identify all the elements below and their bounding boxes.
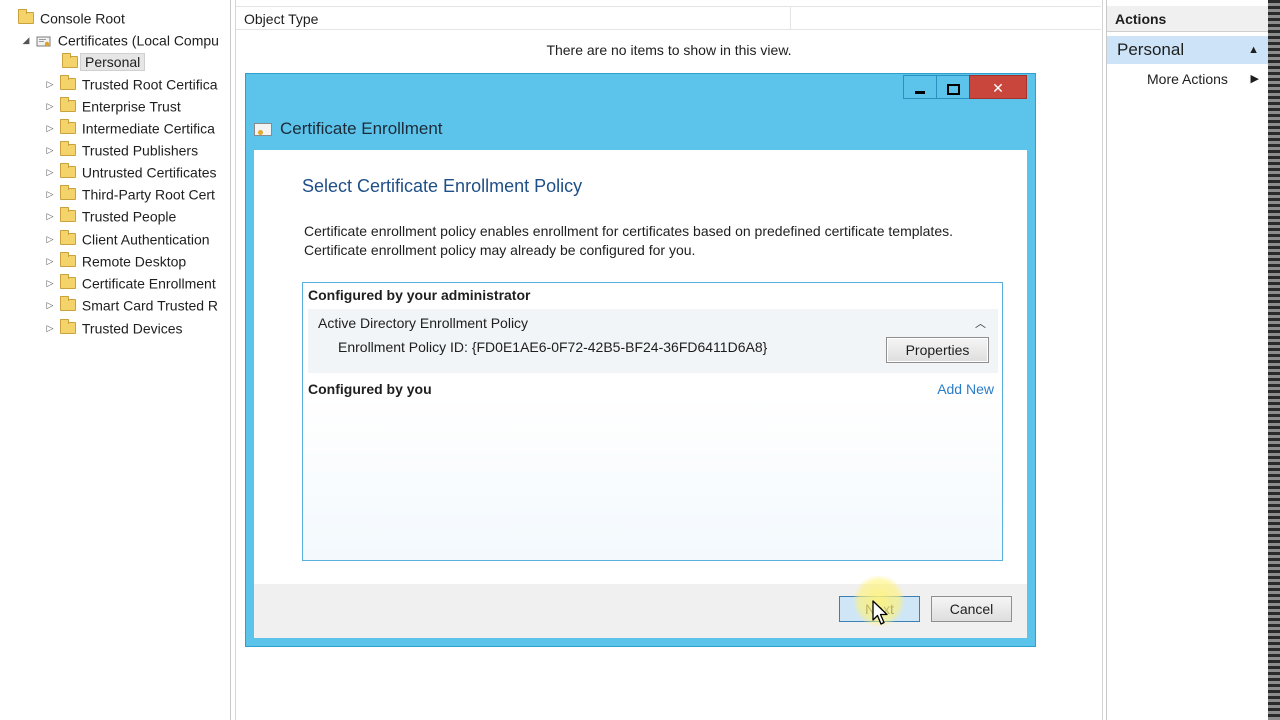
expand-arrow-icon[interactable]: ▷	[44, 317, 56, 339]
folder-icon	[18, 9, 34, 25]
policy-list: Configured by your administrator Active …	[302, 282, 1003, 561]
tree-item-untrusted[interactable]: ▷ Untrusted Certificates	[44, 160, 217, 182]
certificate-enrollment-dialog: ✕ Certificate Enrollment Select Certific…	[245, 73, 1036, 647]
dialog-titlebar: Certificate Enrollment	[254, 118, 443, 140]
tree-item-third-party-root[interactable]: ▷ Third-Party Root Cert	[44, 182, 215, 204]
collapse-up-icon[interactable]: ︿	[975, 315, 986, 331]
tree-item-label: Trusted Devices	[81, 320, 183, 337]
tree-item-certificates[interactable]: ◢ Certificates (Local Compu	[20, 28, 219, 50]
dialog-footer: Next Cancel	[254, 584, 1027, 638]
tree-item-trusted-people[interactable]: ▷ Trusted People	[44, 204, 176, 226]
minimize-button[interactable]	[903, 75, 937, 99]
tree-item-smart-card[interactable]: ▷ Smart Card Trusted R	[44, 293, 218, 315]
folder-icon	[59, 97, 76, 113]
tree-item-label: Third-Party Root Cert	[81, 186, 215, 203]
folder-icon	[59, 207, 76, 223]
tree-item-trusted-root[interactable]: ▷ Trusted Root Certifica	[44, 72, 218, 94]
folder-icon	[59, 119, 76, 135]
tree-item-label: Console Root	[40, 10, 125, 27]
expand-arrow-icon[interactable]: ▷	[44, 161, 56, 183]
dialog-body: Select Certificate Enrollment Policy Cer…	[254, 150, 1027, 638]
window-edge-strip	[1268, 0, 1280, 720]
tree-item-label: Trusted Root Certifica	[81, 76, 218, 93]
tree-item-label: Enterprise Trust	[81, 98, 181, 115]
submenu-arrow-icon: ▶	[1250, 73, 1259, 85]
column-header-empty	[791, 6, 1101, 30]
expand-arrow-icon[interactable]: ▷	[44, 228, 56, 250]
admin-policies-header: Configured by your administrator	[308, 287, 531, 303]
mouse-pointer-icon	[872, 600, 890, 629]
description-line: Certificate enrollment policy enables en…	[304, 223, 953, 239]
tree-item-label: Personal	[80, 53, 146, 72]
tree-item-label: Untrusted Certificates	[81, 164, 217, 181]
expanded-arrow-icon[interactable]: ◢	[20, 29, 32, 51]
maximize-button[interactable]	[936, 75, 970, 99]
empty-view-message: There are no items to show in this view.	[546, 42, 792, 58]
page-heading: Select Certificate Enrollment Policy	[302, 176, 583, 196]
maximize-icon	[946, 83, 960, 95]
expand-arrow-icon[interactable]: ▷	[44, 117, 56, 139]
tree-item-intermediate[interactable]: ▷ Intermediate Certifica	[44, 116, 215, 138]
folder-icon	[59, 230, 76, 246]
tree-item-console-root[interactable]: Console Root	[18, 6, 125, 28]
properties-button[interactable]: Properties	[886, 337, 989, 363]
more-actions-item[interactable]: More Actions ▶	[1147, 68, 1259, 90]
policy-id: Enrollment Policy ID: {FD0E1AE6-0F72-42B…	[338, 339, 768, 355]
policy-item-active-directory[interactable]: Active Directory Enrollment Policy ︿ Enr…	[308, 309, 998, 373]
tree-item-label: Certificates (Local Compu	[57, 32, 219, 49]
tree-item-label: Certificate Enrollment	[81, 275, 216, 292]
tree-item-label: Trusted People	[81, 208, 177, 225]
user-policies-header: Configured by you	[308, 381, 432, 397]
certificate-store-icon	[36, 33, 52, 47]
console-tree: Console Root ◢ Certificates (Local Compu…	[0, 0, 231, 720]
page-description: Certificate enrollment policy enables en…	[304, 222, 1004, 260]
actions-title: Actions	[1107, 6, 1269, 32]
tree-item-cert-enrollment[interactable]: ▷ Certificate Enrollment	[44, 271, 216, 293]
close-icon: ✕	[992, 80, 1004, 96]
folder-icon	[59, 252, 76, 268]
tree-item-enterprise-trust[interactable]: ▷ Enterprise Trust	[44, 94, 181, 116]
tree-item-label: Trusted Publishers	[81, 142, 199, 159]
minimize-icon	[915, 90, 925, 94]
expand-arrow-icon[interactable]: ▷	[44, 272, 56, 294]
actions-pane: Actions Personal ▲ More Actions ▶	[1106, 0, 1269, 720]
dialog-title: Certificate Enrollment	[280, 119, 443, 138]
tree-item-trusted-devices[interactable]: ▷ Trusted Devices	[44, 316, 183, 338]
expand-arrow-icon[interactable]: ▷	[44, 73, 56, 95]
description-line: Certificate enrollment policy may alread…	[304, 242, 696, 258]
add-new-link[interactable]: Add New	[937, 381, 994, 397]
folder-icon	[59, 163, 76, 179]
expand-arrow-icon[interactable]: ▷	[44, 205, 56, 227]
window-controls: ✕	[903, 75, 1027, 101]
policy-name: Active Directory Enrollment Policy	[318, 315, 529, 331]
more-actions-label: More Actions	[1147, 71, 1228, 87]
tree-item-remote-desktop[interactable]: ▷ Remote Desktop	[44, 249, 186, 271]
column-header-object-type[interactable]: Object Type	[236, 6, 791, 30]
collapse-up-icon[interactable]: ▲	[1248, 36, 1259, 64]
actions-section-personal[interactable]: Personal ▲	[1107, 36, 1269, 64]
tree-item-label: Remote Desktop	[81, 253, 187, 270]
tree-item-label: Smart Card Trusted R	[81, 297, 219, 314]
expand-arrow-icon[interactable]: ▷	[44, 183, 56, 205]
expand-arrow-icon[interactable]: ▷	[44, 294, 56, 316]
folder-icon	[59, 296, 76, 312]
folder-icon	[59, 274, 76, 290]
close-button[interactable]: ✕	[969, 75, 1027, 99]
cancel-button[interactable]: Cancel	[931, 596, 1012, 622]
tree-item-personal[interactable]: Personal	[62, 50, 146, 72]
folder-icon	[59, 141, 76, 157]
folder-icon	[59, 75, 76, 91]
folder-icon	[62, 53, 78, 69]
tree-item-trusted-publishers[interactable]: ▷ Trusted Publishers	[44, 138, 198, 160]
expand-arrow-icon[interactable]: ▷	[44, 139, 56, 161]
expand-arrow-icon[interactable]: ▷	[44, 95, 56, 117]
certificate-icon	[254, 123, 272, 137]
folder-icon	[59, 319, 76, 335]
actions-section-label: Personal	[1117, 40, 1185, 59]
expand-arrow-icon[interactable]: ▷	[44, 250, 56, 272]
folder-icon	[59, 185, 76, 201]
tree-item-label: Client Authentication	[81, 231, 210, 248]
tree-item-client-auth[interactable]: ▷ Client Authentication	[44, 227, 210, 249]
tree-item-label: Intermediate Certifica	[81, 120, 215, 137]
